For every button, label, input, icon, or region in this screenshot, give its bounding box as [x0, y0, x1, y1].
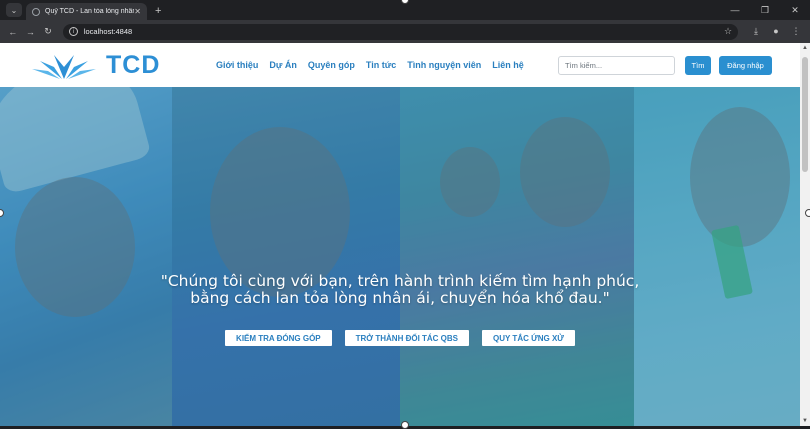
scroll-thumb[interactable]: [802, 57, 808, 172]
back-icon[interactable]: ←: [4, 23, 22, 41]
window-controls: — ❐ ✕: [720, 0, 810, 20]
become-partner-button[interactable]: TRỞ THÀNH ĐỐI TÁC QBS: [344, 330, 470, 346]
hero-cta-row: KIỂM TRA ĐÓNG GÓP TRỞ THÀNH ĐỐI TÁC QBS …: [0, 330, 800, 346]
scroll-down-icon[interactable]: ▼: [800, 416, 810, 426]
nav-lien-he[interactable]: Liên hệ: [492, 60, 524, 70]
menu-kebab-icon[interactable]: ⋮: [786, 26, 806, 37]
forward-icon[interactable]: →: [22, 23, 40, 41]
quote-line-2: bằng cách lan tỏa lòng nhân ái, chuyển h…: [190, 289, 610, 307]
selection-handle-bottom[interactable]: [401, 421, 409, 429]
search-input[interactable]: [558, 56, 675, 75]
address-bar[interactable]: i localhost:4848 ☆: [62, 23, 739, 40]
scroll-up-icon[interactable]: ▲: [800, 43, 810, 53]
browser-tab[interactable]: Quỹ TCD - Lan tỏa lòng nhân ái ✕: [26, 3, 147, 20]
tab-search-icon[interactable]: ⌄: [6, 3, 22, 17]
reload-icon[interactable]: ↻: [39, 23, 57, 41]
site-header: TCD Giới thiệu Dự Án Quyên góp Tin tức T…: [0, 43, 800, 87]
favicon-icon: [32, 7, 40, 16]
browser-toolbar: ← → ↻ i localhost:4848 ☆ ⤓ ● ⋮: [0, 20, 810, 43]
hero-banner: "Chúng tôi cùng với bạn, trên hành trình…: [0, 87, 800, 426]
nav-tin-tuc[interactable]: Tin tức: [366, 60, 396, 70]
site-logo[interactable]: TCD: [32, 49, 160, 81]
minimize-icon[interactable]: —: [720, 0, 750, 20]
lotus-logo-icon: [32, 55, 96, 79]
nav-gioi-thieu[interactable]: Giới thiệu: [216, 60, 258, 70]
main-nav: Giới thiệu Dự Án Quyên góp Tin tức Tình …: [216, 60, 524, 70]
search-button[interactable]: Tìm: [685, 56, 711, 75]
page-viewport: TCD Giới thiệu Dự Án Quyên góp Tin tức T…: [0, 43, 810, 426]
download-icon[interactable]: ⤓: [746, 26, 766, 37]
restore-icon[interactable]: ❐: [750, 0, 780, 20]
tab-close-icon[interactable]: ✕: [134, 7, 141, 16]
url-text: localhost:4848: [83, 27, 133, 36]
hero-quote: "Chúng tôi cùng với bạn, trên hành trình…: [160, 273, 640, 307]
page-scrollbar[interactable]: ▲ ▼: [800, 43, 810, 426]
nav-tinh-nguyen-vien[interactable]: Tình nguyện viên: [407, 60, 481, 70]
bookmark-star-icon[interactable]: ☆: [724, 26, 732, 37]
logo-text: TCD: [106, 50, 161, 79]
nav-quyen-gop[interactable]: Quyên góp: [308, 60, 355, 70]
hero-overlay: [0, 87, 800, 426]
nav-du-an[interactable]: Dự Án: [269, 60, 297, 70]
tab-title: Quỹ TCD - Lan tỏa lòng nhân ái: [45, 8, 135, 15]
code-of-conduct-button[interactable]: QUY TẮC ỨNG XỬ: [482, 330, 575, 346]
site-info-icon[interactable]: i: [68, 27, 78, 36]
login-button[interactable]: Đăng nhập: [719, 56, 772, 75]
profile-icon[interactable]: ●: [766, 26, 786, 37]
check-donation-button[interactable]: KIỂM TRA ĐÓNG GÓP: [225, 330, 332, 346]
new-tab-button[interactable]: +: [155, 5, 161, 17]
close-window-icon[interactable]: ✕: [780, 0, 810, 20]
quote-line-1: "Chúng tôi cùng với bạn, trên hành trình…: [160, 272, 640, 290]
selection-handle-right[interactable]: [805, 209, 810, 217]
